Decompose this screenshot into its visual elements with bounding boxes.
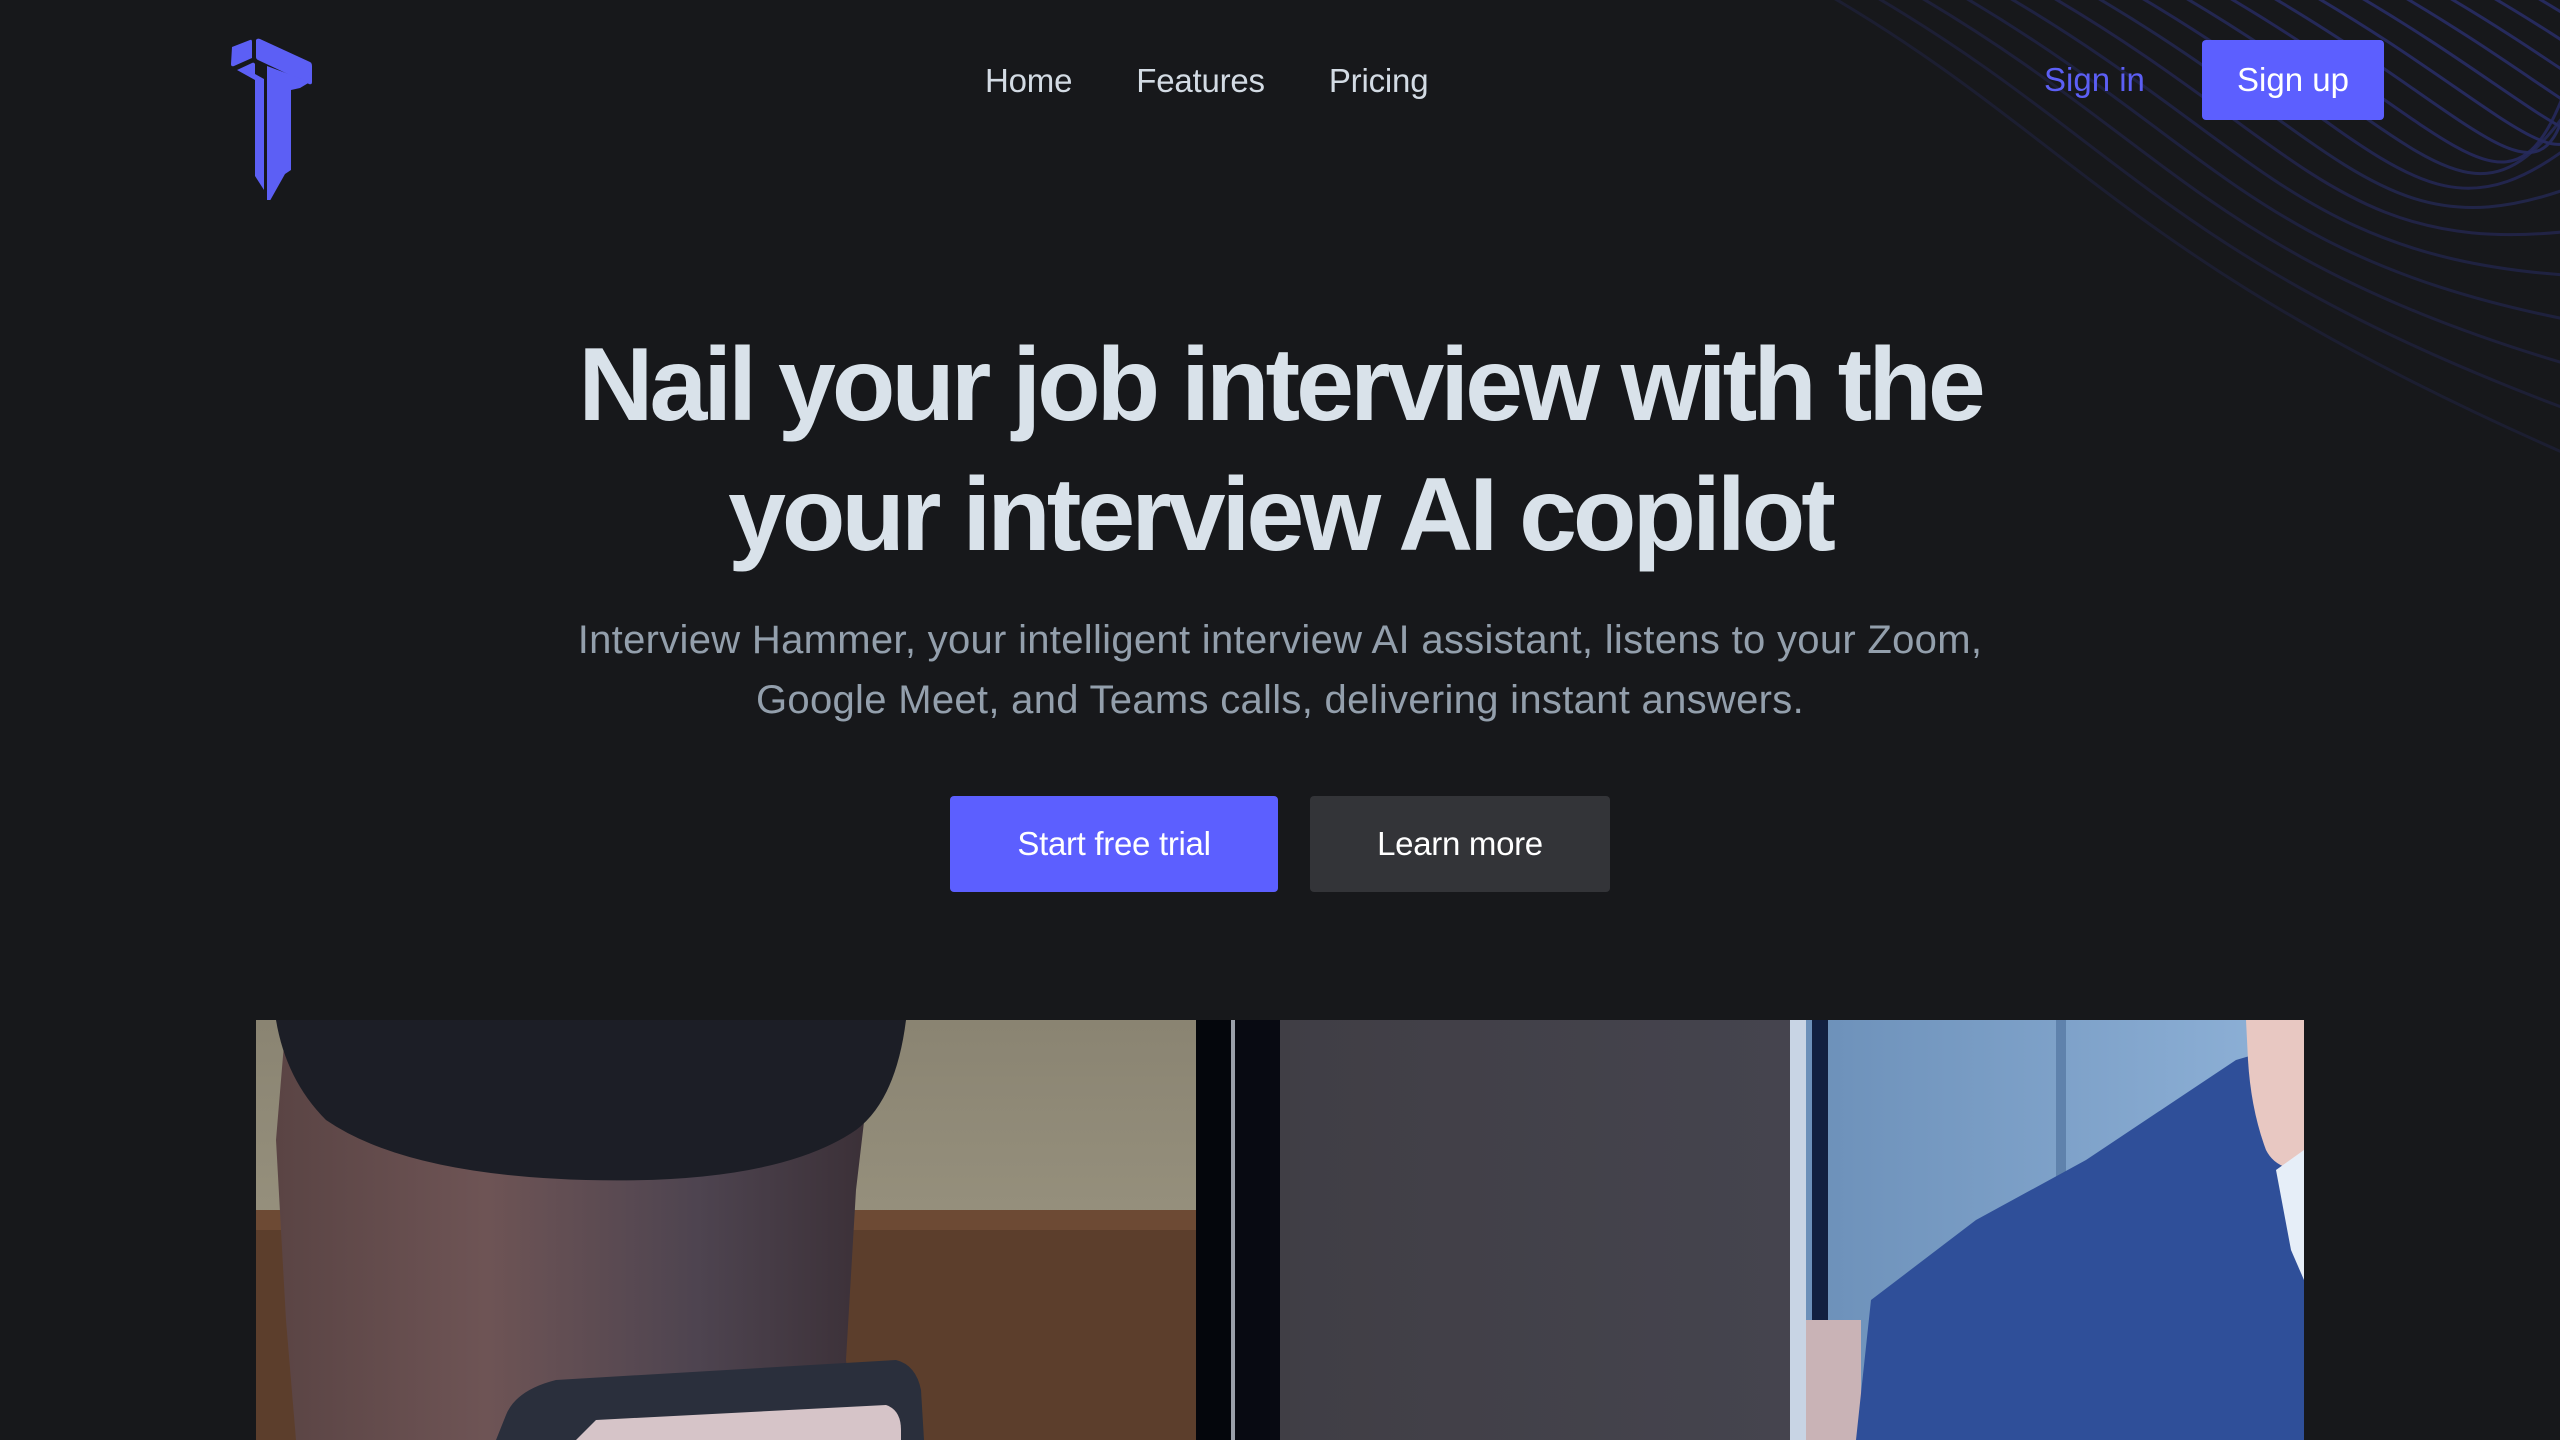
hero-subtitle: Interview Hammer, your intelligent inter… bbox=[0, 610, 2560, 730]
hero-subtitle-line-1: Interview Hammer, your intelligent inter… bbox=[577, 618, 1983, 662]
hammer-t-logo-icon bbox=[231, 38, 312, 206]
hero-title-line-1: Nail your job interview with the bbox=[578, 327, 1985, 443]
learn-more-button[interactable]: Learn more bbox=[1310, 796, 1610, 892]
nav-links: Home Features Pricing bbox=[985, 54, 1492, 108]
demo-video[interactable] bbox=[256, 1020, 2304, 1440]
logo-link[interactable] bbox=[230, 24, 316, 206]
nav-link-pricing[interactable]: Pricing bbox=[1329, 62, 1429, 100]
nav-link-features[interactable]: Features bbox=[1136, 62, 1265, 100]
video-monitor-panel bbox=[1280, 1020, 1790, 1440]
nav-link-home[interactable]: Home bbox=[985, 62, 1072, 100]
hero-title-line-2: your interview AI copilot bbox=[728, 457, 1836, 573]
hero-subtitle-line-2: Google Meet, and Teams calls, delivering… bbox=[756, 678, 1804, 722]
start-free-trial-button[interactable]: Start free trial bbox=[950, 796, 1278, 892]
video-frame-illustration bbox=[256, 1020, 2304, 1440]
hero-title: Nail your job interview with the your in… bbox=[0, 320, 2560, 580]
sign-in-link[interactable]: Sign in bbox=[2044, 52, 2145, 108]
video-monitor-bezel bbox=[1196, 1020, 1236, 1440]
main-nav: Home Features Pricing bbox=[0, 54, 2560, 108]
landing-page: Home Features Pricing Sign in Sign up Na… bbox=[0, 0, 2560, 1440]
sign-up-button[interactable]: Sign up bbox=[2202, 40, 2384, 120]
